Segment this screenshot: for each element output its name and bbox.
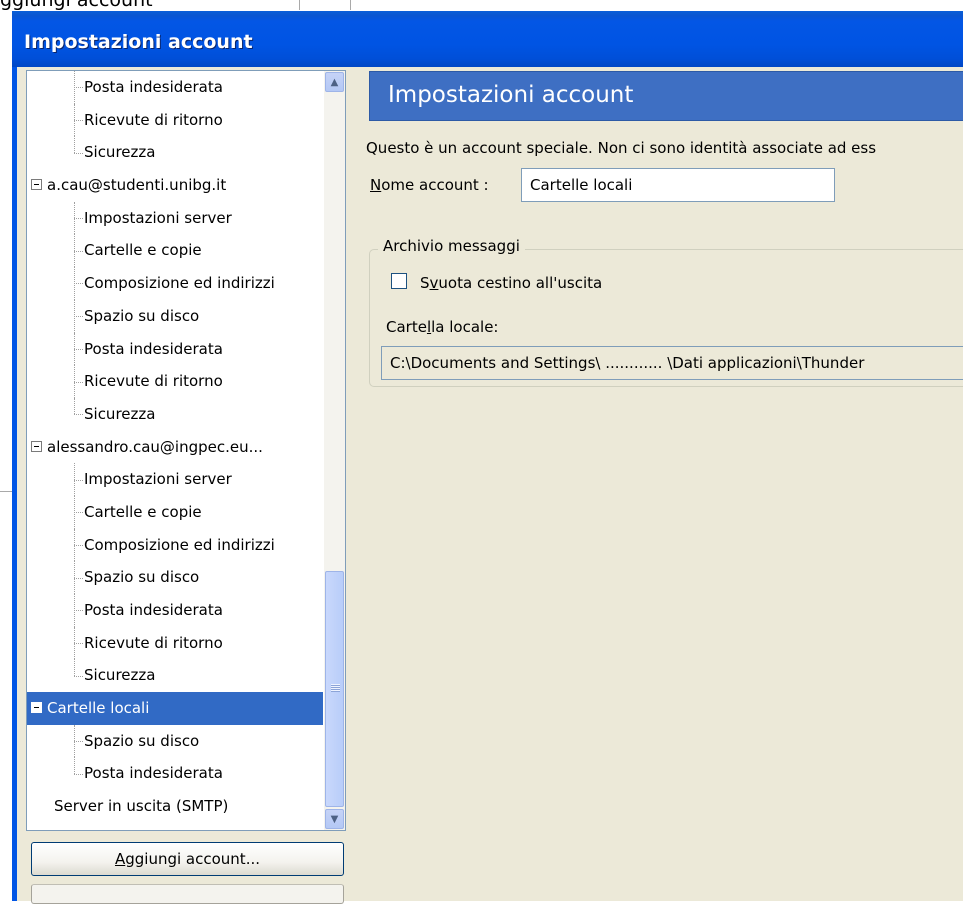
collapse-icon[interactable] [31, 179, 42, 191]
label-text: S [420, 274, 430, 292]
tree-item[interactable]: Sicurezza [27, 659, 323, 692]
tree-item[interactable]: Sicurezza [27, 397, 323, 431]
tree-item-label: Impostazioni server [84, 470, 232, 489]
tree-item[interactable]: Ricevute di ritorno [27, 365, 323, 398]
tree-item-label: Impostazioni server [84, 208, 232, 227]
panel-header: Impostazioni account [369, 71, 963, 121]
account-name-label: Nome account : [370, 176, 489, 194]
tree-rows: Posta indesiderata Ricevute di ritorno Sic… [27, 71, 323, 823]
tree-item[interactable]: Ricevute di ritorno [27, 626, 323, 660]
tree-item-label: Posta indesiderata [84, 764, 223, 783]
tree-account-node[interactable]: alessandro.cau@ingpec.eu... [27, 431, 323, 464]
background-divider [299, 0, 300, 10]
tree-item-label: Posta indesiderata [84, 78, 223, 96]
accelerator-key: A [114, 850, 126, 868]
tree-item-label: Cartelle e copie [84, 502, 202, 521]
background-divider [0, 491, 12, 492]
tree-item-label: Sicurezza [84, 666, 156, 685]
account-name-field[interactable]: Cartelle locali [521, 168, 835, 202]
tree-item[interactable]: Sicurezza [27, 136, 323, 169]
account-description: Questo è un account speciale. Non ci son… [366, 139, 877, 157]
local-folder-label: Cartella locale: [386, 318, 499, 336]
tree-item[interactable]: Posta indesiderata [27, 594, 323, 627]
label-text: ome account : [381, 176, 489, 194]
tree-item[interactable]: Ricevute di ritorno [27, 103, 323, 137]
tree-item-label: Ricevute di ritorno [84, 110, 223, 129]
tree-item[interactable]: Server in uscita (SMTP) [27, 790, 323, 823]
tree-item-label: Sicurezza [84, 404, 156, 423]
tree-scrollbar[interactable]: ▲ ▼ [324, 71, 345, 830]
background-window-title: ggiungi account [0, 0, 153, 11]
label-text: la locale: [431, 318, 499, 336]
scroll-down-button[interactable]: ▼ [325, 809, 344, 829]
accelerator-key: N [370, 176, 382, 194]
scroll-thumb[interactable] [325, 571, 344, 807]
tree-item-label: Sicurezza [84, 143, 156, 162]
empty-trash-label[interactable]: Svuota cestino all'uscita [420, 274, 602, 292]
tree-item-label: Composizione ed indirizzi [84, 274, 275, 293]
tree-item[interactable]: Composizione ed indirizzi [27, 267, 323, 300]
chevron-up-icon: ▲ [330, 76, 339, 88]
local-folder-path-field[interactable]: C:\Documents and Settings\ ............ … [381, 346, 963, 380]
tree-item-label: Server in uscita (SMTP) [54, 797, 229, 816]
tree-item[interactable]: Posta indesiderata [27, 757, 323, 790]
tree-item-label: Cartelle locali [47, 699, 150, 718]
add-account-button[interactable]: Aggiungi account... [31, 842, 344, 876]
scroll-up-button[interactable]: ▲ [325, 72, 344, 92]
tree-item-label: Spazio su disco [84, 306, 200, 325]
secondary-button[interactable] [31, 884, 344, 904]
tree-item[interactable]: Posta indesiderata [27, 332, 323, 366]
tree-item-label: Posta indesiderata [84, 601, 223, 619]
tree-item-label: Cartelle e copie [84, 241, 202, 260]
dialog-title[interactable]: Impostazioni account [12, 11, 963, 67]
tree-item[interactable]: Spazio su disco [27, 724, 323, 758]
collapse-icon[interactable] [31, 440, 42, 452]
empty-trash-checkbox[interactable] [391, 273, 407, 289]
tree-item-label: Ricevute di ritorno [84, 372, 223, 391]
tree-item[interactable]: Cartelle e copie [27, 495, 323, 529]
grip-icon [331, 684, 340, 692]
tree-item-label: Spazio su disco [84, 568, 200, 587]
tree-item[interactable]: Impostazioni server [27, 463, 323, 496]
account-tree[interactable]: Posta indesiderata Ricevute di ritorno Sic… [26, 70, 346, 831]
tree-item-label: Spazio su disco [84, 731, 200, 750]
tree-item[interactable]: Posta indesiderata [27, 71, 323, 104]
tree-item[interactable]: Cartelle e copie [27, 234, 323, 267]
tree-item-label: Posta indesiderata [84, 339, 223, 358]
tree-item-label: a.cau@studenti.unibg.it [47, 176, 227, 195]
tree-item[interactable]: Composizione ed indirizzi [27, 528, 323, 562]
tree-account-node[interactable]: a.cau@studenti.unibg.it [27, 169, 323, 202]
tree-item-label: alessandro.cau@ingpec.eu... [47, 437, 263, 456]
tree-item-label: Ricevute di ritorno [84, 633, 223, 652]
window-frame [12, 67, 17, 901]
tree-item[interactable]: Spazio su disco [27, 299, 323, 333]
chevron-down-icon: ▼ [330, 813, 339, 825]
tree-item[interactable]: Impostazioni server [27, 201, 323, 235]
tree-account-node[interactable]: Cartelle locali [27, 692, 323, 725]
background-divider [350, 0, 351, 10]
label-text: uota cestino all'uscita [438, 274, 603, 292]
tree-item-label: Composizione ed indirizzi [84, 535, 275, 554]
label-text: Carte [386, 318, 427, 336]
group-title: Archivio messaggi [378, 237, 525, 255]
tree-item[interactable]: Spazio su disco [27, 561, 323, 594]
button-label: ggiungi account... [125, 850, 260, 868]
collapse-icon[interactable] [31, 702, 42, 714]
